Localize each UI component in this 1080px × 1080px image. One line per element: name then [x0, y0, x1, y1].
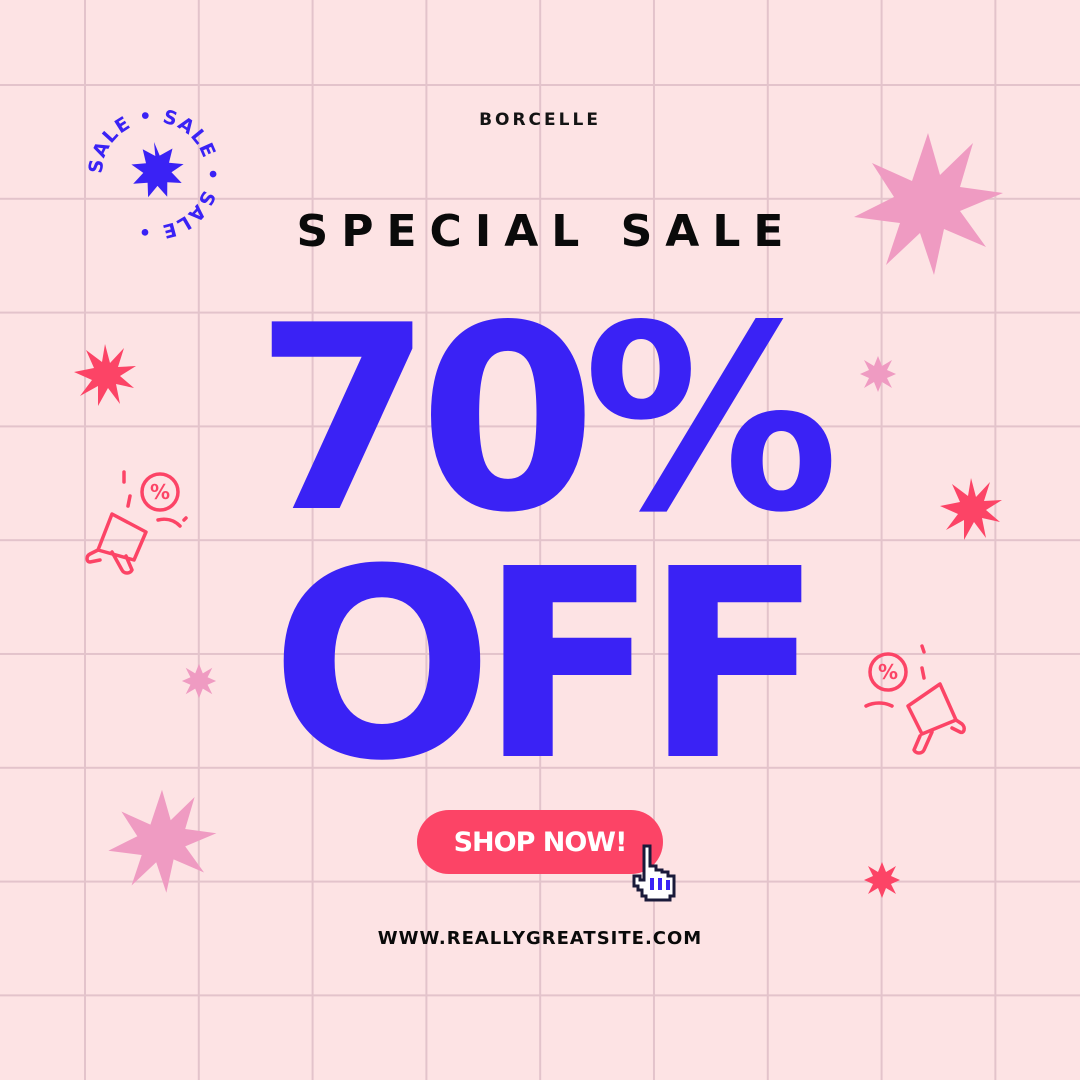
subtitle: SPECIAL SALE — [296, 206, 797, 257]
hand-pointer-icon — [632, 844, 676, 902]
brand-name: BORCELLE — [479, 110, 601, 130]
sale-poster: SALE • SALE • SALE • % % BORCELLE SPECIA… — [0, 0, 1080, 1080]
discount-percent: 70% — [254, 271, 840, 569]
burst-star-icon — [854, 133, 1003, 275]
discount-off: OFF — [270, 513, 824, 818]
website-url: WWW.REALLYGREATSITE.COM — [377, 928, 703, 949]
burst-star-icon — [108, 789, 217, 893]
shop-now-button[interactable]: SHOP NOW! — [417, 810, 663, 874]
burst-star-icon — [864, 862, 900, 898]
badge-star-icon — [131, 142, 184, 198]
shop-now-label: SHOP NOW! — [453, 826, 628, 858]
